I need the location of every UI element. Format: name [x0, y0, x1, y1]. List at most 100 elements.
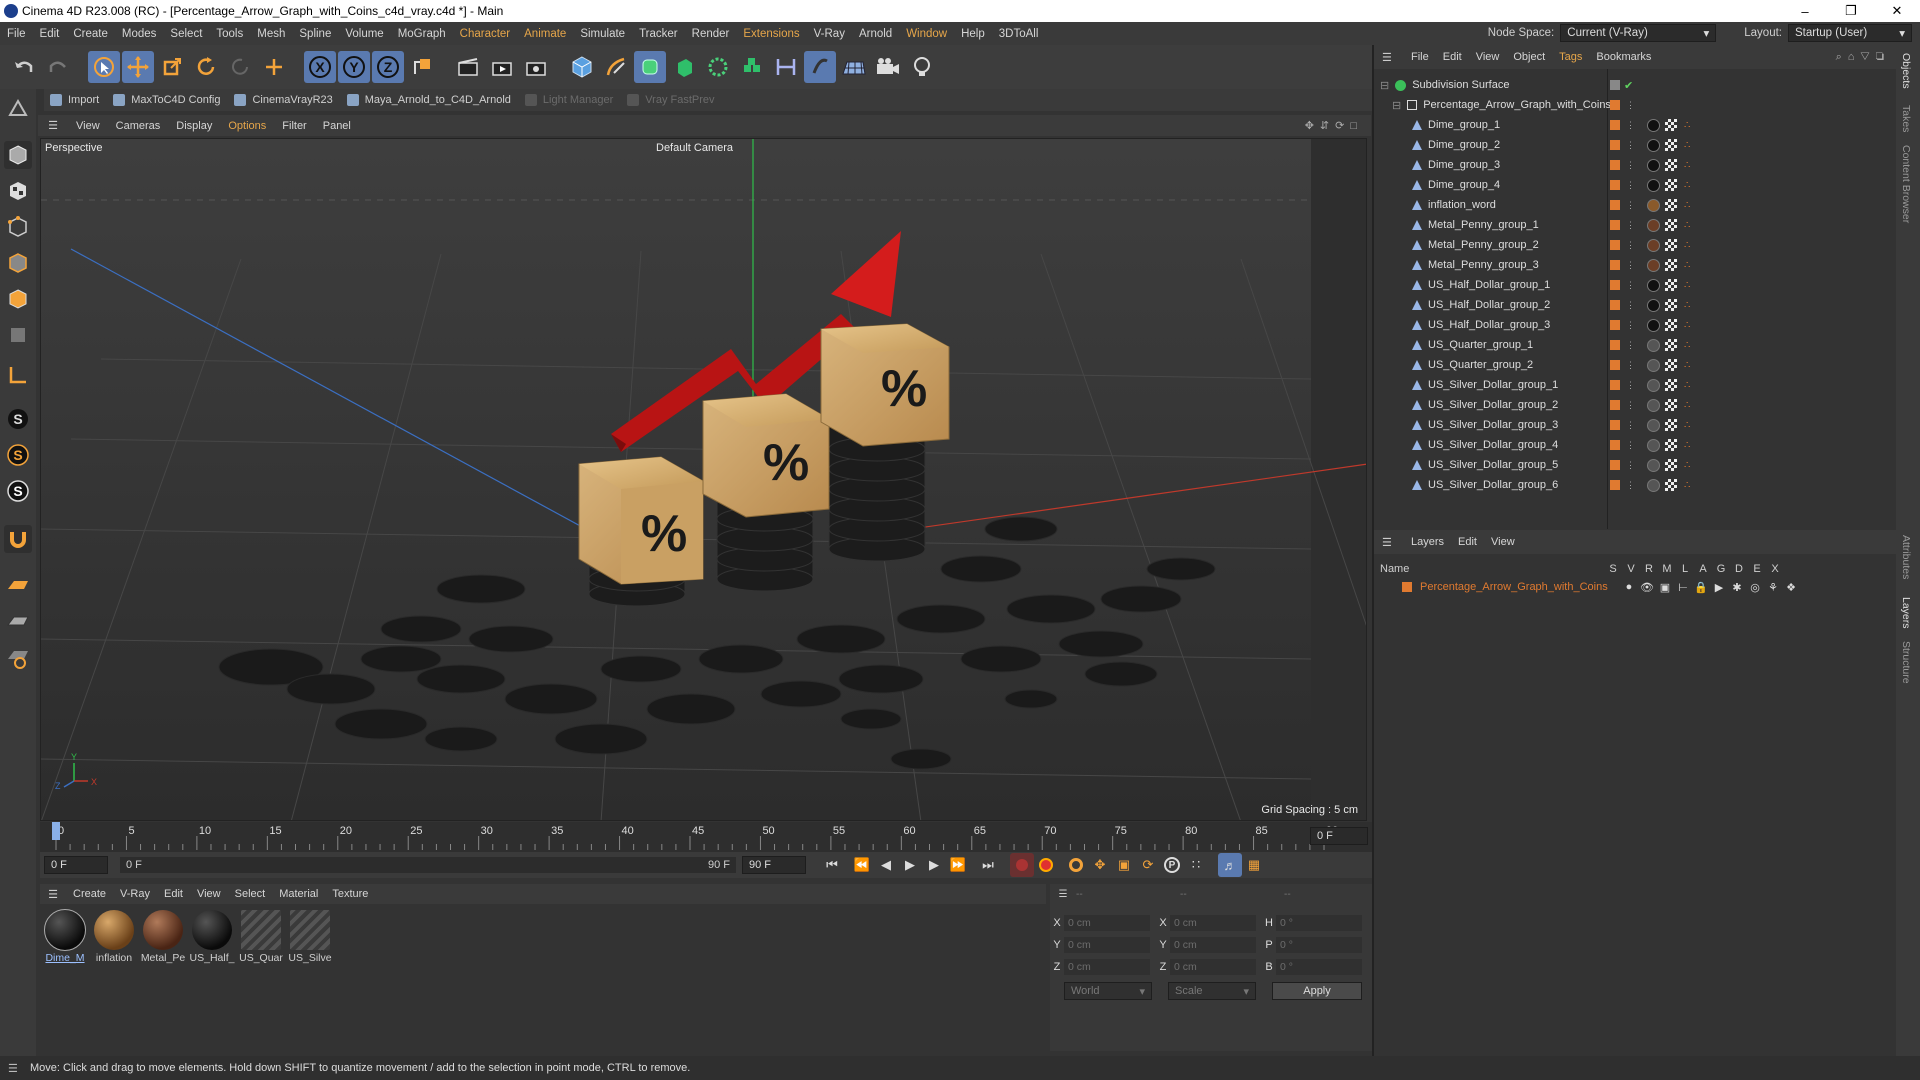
viewport-nav-icons[interactable]: ✥⇵⟳□: [1305, 119, 1363, 132]
layer-color-tag[interactable]: [1610, 380, 1620, 390]
layer-color-tag[interactable]: [1610, 360, 1620, 370]
vp-menu-panel[interactable]: Panel: [315, 120, 359, 132]
visibility-dots-icon[interactable]: ⋮: [1626, 120, 1635, 131]
layer-color-tag[interactable]: [1610, 260, 1620, 270]
material-tag-icon[interactable]: [1647, 378, 1660, 392]
y-axis-lock-button[interactable]: Y: [338, 51, 370, 83]
layer-color-swatch[interactable]: [1402, 582, 1412, 592]
uvw-tag-icon[interactable]: [1665, 259, 1677, 271]
material-tag-icon[interactable]: [1647, 118, 1660, 132]
object-toolbar-icons[interactable]: ⌕⌂▽❏: [1836, 51, 1890, 64]
maya-arnold-button[interactable]: Maya_Arnold_to_C4D_Arnold: [346, 94, 511, 106]
tab-structure[interactable]: Structure: [1900, 641, 1912, 684]
layer-color-tag[interactable]: [1610, 320, 1620, 330]
material-tag-icon[interactable]: [1647, 458, 1660, 472]
rotation-b-field[interactable]: 0 °: [1276, 959, 1362, 975]
eye-icon[interactable]: 👁: [1638, 581, 1656, 594]
uvw-tag-icon[interactable]: [1665, 379, 1677, 391]
visibility-dots-icon[interactable]: ⋮: [1626, 340, 1635, 351]
object-row[interactable]: US_Half_Dollar_group_1 ⋮ ∴: [1374, 275, 1896, 295]
visibility-dots-icon[interactable]: ⋮: [1626, 460, 1635, 471]
tweak-mode-button[interactable]: [4, 525, 32, 553]
visibility-dots-icon[interactable]: ⋮: [1626, 180, 1635, 191]
deformer-icon[interactable]: ◎: [1746, 581, 1764, 594]
uvw-tag-icon[interactable]: [1665, 339, 1677, 351]
menu-character[interactable]: Character: [453, 28, 518, 40]
material-tag-icon[interactable]: [1647, 338, 1660, 352]
layer-color-tag[interactable]: [1610, 220, 1620, 230]
mograph-cloner-button[interactable]: [702, 51, 734, 83]
menu-arnold[interactable]: Arnold: [852, 28, 899, 40]
material-swatch[interactable]: Dime_M: [42, 909, 88, 964]
import-plugin-button[interactable]: Import: [50, 94, 99, 106]
parameter-key-button[interactable]: P: [1160, 853, 1184, 877]
uvw-tag-icon[interactable]: [1665, 199, 1677, 211]
animation-icon[interactable]: ▶: [1710, 581, 1728, 594]
xref-icon[interactable]: ❖: [1782, 581, 1800, 594]
tab-content-browser[interactable]: Content Browser: [1900, 145, 1912, 223]
uvw-tag-icon[interactable]: [1665, 359, 1677, 371]
coord-mode-select[interactable]: World ▾: [1064, 982, 1152, 1000]
layer-color-tag[interactable]: [1610, 420, 1620, 430]
snap-button[interactable]: S: [4, 405, 32, 433]
vp-menu-view[interactable]: View: [68, 120, 108, 132]
visibility-dots-icon[interactable]: ⋮: [1626, 440, 1635, 451]
tab-layers[interactable]: Layers: [1900, 597, 1912, 629]
selection-tag-icon[interactable]: ∴: [1684, 180, 1690, 191]
light-manager-button[interactable]: Light Manager: [524, 94, 613, 106]
mat-menu-texture[interactable]: Texture: [325, 888, 375, 900]
record-keys-button[interactable]: [1010, 853, 1034, 877]
object-row[interactable]: US_Silver_Dollar_group_6 ⋮ ∴: [1374, 475, 1896, 495]
obj-menu-view[interactable]: View: [1469, 51, 1507, 63]
menu-file[interactable]: File: [0, 28, 33, 40]
object-row[interactable]: Dime_group_4 ⋮ ∴: [1374, 175, 1896, 195]
visibility-dots-icon[interactable]: ⋮: [1626, 320, 1635, 331]
selection-tag-icon[interactable]: ∴: [1684, 320, 1690, 331]
play-button[interactable]: ▶: [898, 853, 922, 877]
visibility-dots-icon[interactable]: ⋮: [1626, 480, 1635, 491]
layer-menu-layers[interactable]: Layers: [1404, 536, 1451, 548]
material-tag-icon[interactable]: [1647, 178, 1660, 192]
generator-icon[interactable]: ✱: [1728, 581, 1746, 594]
layer-color-tag[interactable]: [1610, 140, 1620, 150]
hamburger-icon[interactable]: ☰: [40, 888, 66, 901]
uvw-tag-icon[interactable]: [1665, 459, 1677, 471]
obj-menu-tags[interactable]: Tags: [1552, 51, 1589, 63]
z-axis-lock-button[interactable]: Z: [372, 51, 404, 83]
menu-help[interactable]: Help: [954, 28, 992, 40]
object-row[interactable]: Metal_Penny_group_2 ⋮ ∴: [1374, 235, 1896, 255]
uvw-tag-icon[interactable]: [1665, 419, 1677, 431]
obj-menu-edit[interactable]: Edit: [1436, 51, 1469, 63]
material-tag-icon[interactable]: [1647, 298, 1660, 312]
selection-tag-icon[interactable]: ∴: [1684, 300, 1690, 311]
selection-tag-icon[interactable]: ∴: [1684, 360, 1690, 371]
layer-color-tag[interactable]: [1610, 160, 1620, 170]
menu-extensions[interactable]: Extensions: [736, 28, 806, 40]
scene-object-button[interactable]: [804, 51, 836, 83]
menu-mesh[interactable]: Mesh: [250, 28, 292, 40]
material-swatch[interactable]: Metal_Pe: [140, 910, 186, 964]
uvw-tag-icon[interactable]: [1665, 119, 1677, 131]
texture-mode-button[interactable]: [4, 177, 32, 205]
subdivision-button[interactable]: [634, 51, 666, 83]
dope-sheet-button[interactable]: ▦: [1242, 853, 1266, 877]
timeline-playhead[interactable]: [52, 822, 60, 840]
deformer-button[interactable]: [736, 51, 768, 83]
material-tag-icon[interactable]: [1647, 218, 1660, 232]
timeline-ruler[interactable]: 051015202530354045505560657075808590 0 F: [40, 822, 1372, 852]
visibility-dots-icon[interactable]: ⋮: [1626, 100, 1635, 111]
apply-button[interactable]: Apply: [1272, 982, 1362, 1000]
uvw-tag-icon[interactable]: [1665, 479, 1677, 491]
menu-render[interactable]: Render: [685, 28, 737, 40]
layer-color-tag[interactable]: [1610, 480, 1620, 490]
position-z-field[interactable]: 0 cm: [1064, 959, 1150, 975]
layer-row[interactable]: Percentage_Arrow_Graph_with_Coins ● 👁 ▣ …: [1374, 578, 1896, 596]
selection-tag-icon[interactable]: ∴: [1684, 480, 1690, 491]
enabled-check-icon[interactable]: ✔: [1624, 79, 1633, 92]
coord-scale-select[interactable]: Scale ▾: [1168, 982, 1256, 1000]
layout-select[interactable]: Startup (User) ▾: [1788, 24, 1912, 42]
obj-menu-file[interactable]: File: [1404, 51, 1436, 63]
layer-color-tag[interactable]: [1610, 300, 1620, 310]
visibility-dots-icon[interactable]: ⋮: [1626, 420, 1635, 431]
menu-window[interactable]: Window: [899, 28, 954, 40]
